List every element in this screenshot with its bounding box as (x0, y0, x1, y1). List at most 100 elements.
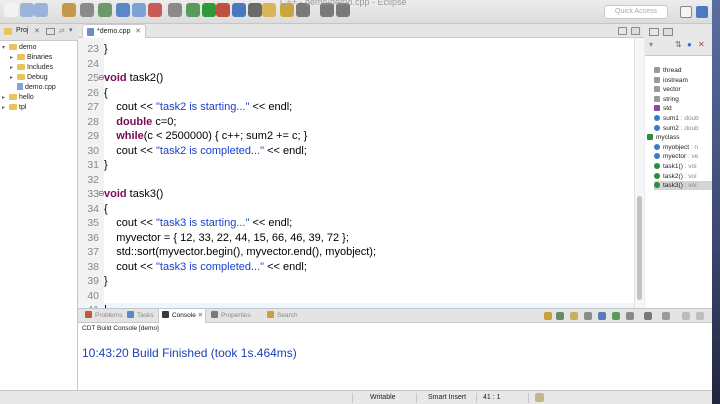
sort-icon[interactable]: ⇅ (675, 40, 682, 49)
code-line[interactable]: 32 (78, 173, 634, 188)
outline-item[interactable]: myclass (647, 133, 712, 142)
code-line[interactable]: 30 cout << "task2 is completed..." << en… (78, 144, 634, 159)
minimize-editor-icon[interactable] (618, 27, 627, 35)
run-icon[interactable] (202, 3, 216, 17)
code-line[interactable]: 27 cout << "task2 is starting..." << end… (78, 100, 634, 115)
tree-item[interactable]: ▸ hello (2, 93, 34, 103)
save-icon[interactable] (20, 3, 34, 17)
code-line[interactable]: 28 double c=0; (78, 115, 634, 130)
code-line[interactable]: 37 std::sort(myvector.begin(), myvector.… (78, 245, 634, 260)
debug-icon[interactable] (186, 3, 200, 17)
outline-item[interactable]: vector (654, 85, 712, 94)
minimize-view-icon[interactable] (649, 28, 659, 36)
build-icon[interactable] (62, 3, 76, 17)
close-tab-icon[interactable]: ✕ (135, 25, 141, 38)
console-menu-icon[interactable] (626, 312, 634, 320)
coverage-icon[interactable] (248, 3, 262, 17)
tree-item[interactable]: ▸ Binaries (10, 53, 52, 63)
editor-vertical-scrollbar[interactable] (634, 38, 644, 308)
sync-icon[interactable] (98, 3, 112, 17)
outline-item[interactable]: sum2 : doub (654, 124, 712, 133)
code-line[interactable]: 26 { (78, 86, 634, 101)
tab-console[interactable]: Console ✕ (158, 309, 206, 323)
chevron-right-icon[interactable]: ▸ (2, 93, 9, 103)
code-line[interactable]: 35 cout << "task3 is starting..." << end… (78, 216, 634, 231)
external-tools-icon[interactable] (232, 3, 246, 17)
close-icon[interactable]: ✕ (34, 27, 40, 35)
outline-item[interactable]: task2() : voi (654, 172, 712, 181)
new-icon[interactable] (4, 3, 18, 17)
search-icon[interactable] (168, 3, 182, 17)
code-line[interactable]: 39} (78, 274, 634, 289)
save-all-icon[interactable] (34, 3, 48, 17)
outline-item[interactable]: task3() : voi (654, 181, 712, 191)
minimize-console-icon[interactable] (682, 312, 690, 320)
editor-tab-demo-cpp[interactable]: *demo.cpp ✕ (82, 24, 146, 38)
code-line[interactable]: 23} (78, 42, 634, 57)
cpp-perspective-icon[interactable] (696, 6, 708, 18)
tab-search[interactable]: Search (264, 309, 302, 323)
hide-fields-icon[interactable]: ● (687, 40, 692, 49)
maximize-console-icon[interactable] (696, 312, 704, 320)
tab-properties[interactable]: Properties (208, 309, 262, 323)
view-menu-icon[interactable]: ▾ (649, 40, 653, 49)
code-line[interactable]: 24 (78, 57, 634, 72)
close-tab-icon[interactable]: ✕ (196, 312, 203, 319)
chevron-right-icon[interactable]: ▸ (10, 73, 17, 83)
new-source-icon[interactable] (132, 3, 146, 17)
outline-item[interactable]: thread (654, 66, 712, 75)
outline-item[interactable]: task1() : voi (654, 162, 712, 171)
hide-static-icon[interactable]: ✕ (698, 40, 705, 49)
outline-item[interactable]: myobject : n (654, 143, 712, 152)
scroll-lock-icon[interactable] (556, 312, 564, 320)
code-line[interactable]: 25 void task2() (78, 71, 634, 86)
tree-item[interactable]: ▾ demo (2, 43, 37, 53)
outline-item[interactable]: string (654, 95, 712, 104)
code-line[interactable]: 40 (78, 289, 634, 304)
clear-console-icon[interactable] (570, 312, 578, 320)
fold-icon[interactable]: ⊖ (98, 189, 105, 198)
outline-item[interactable]: sum1 : doub (654, 114, 712, 123)
display-selected-icon[interactable] (598, 312, 606, 320)
debug-config-icon[interactable] (80, 3, 94, 17)
scrollbar-thumb[interactable] (637, 196, 642, 300)
collapse-all-icon[interactable] (46, 28, 55, 35)
new-header-icon[interactable] (148, 3, 162, 17)
progress-icon[interactable] (535, 393, 544, 402)
code-line[interactable]: 31} (78, 158, 634, 173)
outline-item[interactable]: iostream (654, 76, 712, 85)
chevron-right-icon[interactable]: ▸ (10, 63, 17, 73)
code-area[interactable]: 23} 24 25 void task2() ⊖ 26{27 cout << "task2… (78, 38, 634, 318)
tree-item[interactable]: ▸ Debug (10, 73, 48, 83)
view-menu-icon[interactable]: ▾ (69, 26, 73, 34)
code-line[interactable]: 34 { (78, 202, 634, 217)
tree-item[interactable]: demo.cpp (10, 83, 56, 93)
code-line[interactable]: 36 myvector = { 12, 33, 22, 44, 15, 66, … (78, 231, 634, 246)
tab-tasks[interactable]: Tasks (124, 309, 156, 323)
quick-access-input[interactable]: Quick Access (604, 5, 668, 19)
tree-item[interactable]: ▸ Includes (10, 63, 53, 73)
chevron-right-icon[interactable]: ▸ (10, 53, 17, 63)
outline-item[interactable]: myector : ve (654, 152, 712, 161)
open-console-icon[interactable] (612, 312, 620, 320)
chevron-down-icon[interactable]: ▾ (2, 43, 9, 53)
maximize-view-icon[interactable] (663, 28, 673, 36)
console-dropdown-icon[interactable] (662, 312, 670, 320)
code-line[interactable]: 38 cout << "task3 is completed..." << en… (78, 260, 634, 275)
fold-icon[interactable]: ⊖ (98, 73, 105, 82)
new-console-icon[interactable] (644, 312, 652, 320)
code-line[interactable]: 33 void task3() (78, 187, 634, 202)
project-explorer-tab[interactable]: Proj ✕ ⇄ ▾ (0, 24, 78, 41)
link-editor-icon[interactable]: ⇄ (59, 27, 65, 35)
outline-item[interactable]: std (654, 104, 712, 113)
new-class-icon[interactable] (116, 3, 130, 17)
pin-console-icon[interactable] (544, 312, 552, 320)
chevron-right-icon[interactable]: ▸ (2, 103, 9, 113)
code-line[interactable]: 29 while(c < 2500000) { c++; sum2 += c; … (78, 129, 634, 144)
maximize-editor-icon[interactable] (631, 27, 640, 35)
word-wrap-icon[interactable] (584, 312, 592, 320)
tab-problems[interactable]: Problems (82, 309, 122, 323)
open-perspective-icon[interactable] (680, 6, 692, 18)
tree-item[interactable]: ▸ tpl (2, 103, 26, 113)
open-folder-icon[interactable] (262, 3, 276, 17)
